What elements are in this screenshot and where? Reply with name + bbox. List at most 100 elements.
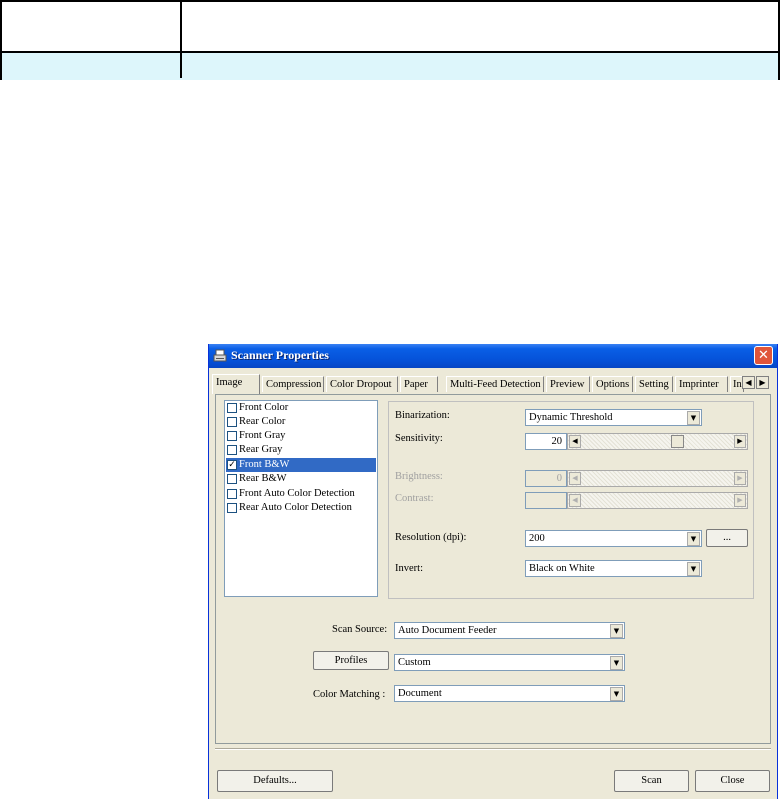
defaults-button[interactable]: Defaults... [217, 770, 333, 792]
brightness-value: 0 [525, 470, 567, 487]
checkbox[interactable] [227, 489, 237, 499]
list-item-label: Front B&W [239, 459, 290, 470]
tab-label: Preview [550, 379, 585, 390]
tab-label: Image [216, 377, 243, 388]
list-item[interactable]: Rear B&W [226, 472, 376, 486]
brightness-label: Brightness: [395, 471, 443, 482]
list-item[interactable]: Rear Gray [226, 443, 376, 457]
tab-label: Compression [266, 379, 322, 390]
tab-strip: Image Compression Color Dropout Paper Mu… [209, 374, 777, 394]
close-button[interactable]: Close [695, 770, 770, 792]
invert-value: Black on White [529, 563, 595, 574]
chevron-down-icon[interactable]: ▼ [610, 656, 623, 670]
contrast-value [525, 492, 567, 509]
invert-label: Invert: [395, 563, 423, 574]
chevron-down-icon[interactable]: ▼ [687, 411, 700, 425]
scan-source-value: Auto Document Feeder [398, 625, 497, 636]
color-matching-label: Color Matching : [313, 689, 386, 700]
tab-preview[interactable]: Preview [546, 376, 590, 392]
resolution-label: Resolution (dpi): [395, 532, 467, 543]
arrow-left-icon[interactable]: ◀ [742, 376, 755, 389]
resolution-value: 200 [529, 533, 545, 544]
list-item-label: Rear B&W [239, 473, 287, 484]
checkbox[interactable] [227, 403, 237, 413]
tab-label: In [733, 379, 742, 390]
contrast-label: Contrast: [395, 493, 434, 504]
sensitivity-label: Sensitivity: [395, 433, 443, 444]
sensitivity-slider[interactable]: ◀ ▶ [567, 433, 748, 450]
binarization-value: Dynamic Threshold [529, 412, 613, 423]
window-title: Scanner Properties [231, 348, 329, 362]
profiles-value: Custom [398, 657, 431, 668]
scan-source-select[interactable]: Auto Document Feeder ▼ [394, 622, 625, 639]
tab-label: Imprinter [679, 379, 719, 390]
title-bar[interactable]: Scanner Properties ✕ [209, 344, 777, 368]
tab-options[interactable]: Options [592, 376, 633, 392]
scan-button[interactable]: Scan [614, 770, 689, 792]
invert-select[interactable]: Black on White ▼ [525, 560, 702, 577]
list-item-label: Front Auto Color Detection [239, 488, 355, 499]
arrow-left-icon: ◀ [569, 494, 581, 507]
color-matching-select[interactable]: Document ▼ [394, 685, 625, 702]
tab-label: Color Dropout [330, 379, 392, 390]
profiles-select[interactable]: Custom ▼ [394, 654, 625, 671]
checkbox[interactable] [227, 445, 237, 455]
color-matching-value: Document [398, 688, 442, 699]
footer-separator [215, 748, 771, 750]
list-item[interactable]: Rear Color [226, 415, 376, 429]
tab-label: Multi-Feed Detection [450, 379, 541, 390]
list-item[interactable]: Front Color [226, 401, 376, 415]
tab-imprinter[interactable]: Imprinter [675, 376, 728, 392]
list-item[interactable]: Front Gray [226, 429, 376, 443]
list-item-label: Rear Gray [239, 444, 283, 455]
binarization-select[interactable]: Dynamic Threshold ▼ [525, 409, 702, 426]
list-item-label: Rear Color [239, 416, 286, 427]
checkbox[interactable] [227, 417, 237, 427]
scan-source-label: Scan Source: [332, 624, 388, 635]
chevron-down-icon[interactable]: ▼ [687, 562, 700, 576]
brightness-slider: ◀ ▶ [567, 470, 748, 487]
arrow-left-icon[interactable]: ◀ [569, 435, 581, 448]
arrow-right-icon: ▶ [734, 472, 746, 485]
arrow-left-icon: ◀ [569, 472, 581, 485]
checkbox[interactable] [227, 431, 237, 441]
checkmark-icon[interactable]: ✓ [227, 460, 237, 470]
table-column-divider [180, 2, 182, 78]
list-item-label: Rear Auto Color Detection [239, 502, 352, 513]
list-item-label: Front Color [239, 402, 289, 413]
list-item[interactable]: Rear Auto Color Detection [226, 501, 376, 515]
tab-image[interactable]: Image [212, 374, 260, 394]
binarization-label: Binarization: [395, 410, 450, 421]
resolution-select[interactable]: 200 ▼ [525, 530, 702, 547]
list-item[interactable]: Front Auto Color Detection [226, 487, 376, 501]
tab-multi-feed-detection[interactable]: Multi-Feed Detection [446, 376, 544, 392]
close-icon[interactable]: ✕ [754, 346, 773, 365]
document-table [0, 0, 780, 80]
slider-thumb[interactable] [671, 435, 684, 448]
scanner-icon [212, 348, 228, 364]
checkbox[interactable] [227, 503, 237, 513]
chevron-down-icon[interactable]: ▼ [687, 532, 700, 546]
tab-paper[interactable]: Paper [400, 376, 438, 392]
resolution-more-button[interactable]: ... [706, 529, 748, 547]
table-header-row [2, 2, 778, 51]
tab-label: Options [596, 379, 630, 390]
sensitivity-value[interactable]: 20 [525, 433, 567, 450]
arrow-right-icon[interactable]: ▶ [734, 435, 746, 448]
scanner-properties-window: Scanner Properties ✕ Image Compression C… [208, 344, 778, 799]
tab-label: Setting [639, 379, 669, 390]
tab-compression[interactable]: Compression [262, 376, 324, 392]
checkbox[interactable] [227, 474, 237, 484]
chevron-down-icon[interactable]: ▼ [610, 624, 623, 638]
table-row [2, 53, 778, 80]
profiles-button[interactable]: Profiles [313, 651, 389, 670]
tab-color-dropout[interactable]: Color Dropout [326, 376, 398, 392]
image-type-list[interactable]: Front Color Rear Color Front Gray Rear G… [224, 400, 378, 597]
list-item[interactable]: ✓ Front B&W [226, 458, 376, 472]
contrast-slider: ◀ ▶ [567, 492, 748, 509]
chevron-down-icon[interactable]: ▼ [610, 687, 623, 701]
tab-setting[interactable]: Setting [635, 376, 673, 392]
tab-label: Paper [404, 379, 428, 390]
list-item-label: Front Gray [239, 430, 286, 441]
arrow-right-icon[interactable]: ▶ [756, 376, 769, 389]
